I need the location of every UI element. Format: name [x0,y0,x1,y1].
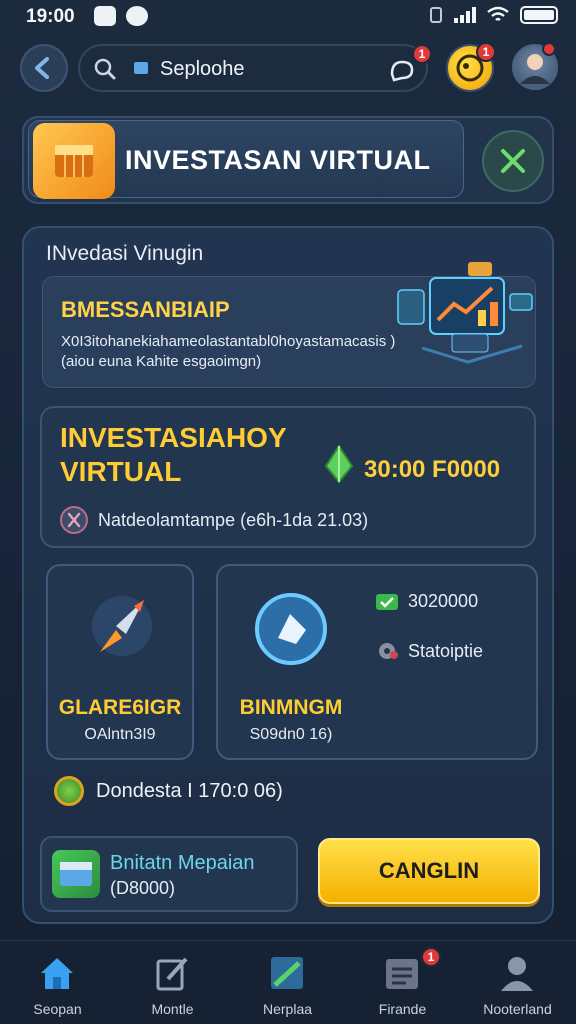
document-icon [134,62,148,74]
rocket-icon [92,596,152,656]
record-icon [126,6,148,26]
wallet-value: (D8000) [110,878,176,898]
close-icon [501,149,525,173]
nav-label-profile: Nooterland [483,1001,552,1017]
nav-label-home: Seopan [33,1001,82,1017]
investment-illustration [397,262,533,364]
home-icon [41,958,73,989]
shield-tile-label: BINMNGM [239,696,343,719]
search-icon [94,58,116,80]
signal-icon [454,7,476,23]
edit-icon [156,957,188,991]
shield-icon [255,593,327,665]
box-icon [33,123,115,199]
shield-tile[interactable]: BINMNGM S09dn0 16) 3020000 Statoiptie [216,564,538,760]
gear-icon [379,643,398,659]
nav-item-tasks[interactable]: Nerplaa [230,941,345,1024]
investment-title-line-2: VIRTUAL [60,456,182,487]
stats-box: 3020000 Statoiptie [364,564,540,688]
vibrate-icon [430,7,442,23]
banner-inner: INVESTASAN VIRTUAL [28,120,464,199]
nav-item-home[interactable]: Seopan [0,941,115,1024]
back-button[interactable] [20,44,68,92]
gem-icon [324,444,354,484]
description-heading: BMESSANBIAIP [61,297,230,322]
rocket-tile-label: GLARE6IGR [58,696,182,719]
nav-label-edit: Montle [151,1001,194,1017]
user-icon [501,957,533,991]
nav-label-tasks: Nerplaa [262,1001,313,1017]
rocket-tile-sub: OAlntn3I9 [84,726,156,743]
tasks-icon [271,957,303,989]
nav-label-finance: Firande [378,1001,427,1017]
panel-title: INvedasi Vinugin [46,242,204,265]
bottom-nav: Seopan Montle Nerplaa 1 Firande Nooterla… [0,940,576,1024]
wallet-card[interactable]: Bnitatn Mepaian (D8000) [40,836,298,912]
status-bar: 19:00 [0,0,576,34]
hourglass-icon [60,506,88,534]
reward-text: Dondesta I 170:0 06) [96,780,283,802]
description-line-2: (aiou euna Kahite esgaoimgn) [61,353,262,370]
nav-item-finance[interactable]: 1 Firande [345,941,460,1024]
stat-value-2: Statoiptie [408,640,484,661]
wallet-title: Bnitatn Mepaian [110,852,255,874]
wifi-icon [487,6,509,21]
investment-meta: Natdeolamtampe (e6h-1da 21.03) [98,510,369,530]
avatar-badge [542,42,556,56]
stat-row-2: Statoiptie [374,640,483,662]
investment-card[interactable]: INVESTASIAHOY VIRTUAL 30:00 F0000 Natdeo… [40,406,536,548]
main-panel: INvedasi Vinugin BMESSANBIAIP X0I3itohan… [22,226,554,924]
banner-title: INVESTASAN VIRTUAL [125,145,431,175]
status-time: 19:00 [26,6,75,27]
wallet-icon [52,850,100,898]
investment-title-line-1: INVESTASIAHOY [60,422,287,453]
primary-action-button[interactable]: CANGLIN [318,838,540,904]
back-arrow-icon [35,57,49,79]
chat-icon[interactable] [388,56,416,84]
shield-tile-sub: S09dn0 16) [249,726,333,743]
coin-badge: 1 [476,42,496,62]
chat-badge: 1 [412,44,432,64]
title-banner: INVESTASAN VIRTUAL [22,116,554,204]
investment-amount: 30:00 F0000 [364,456,501,483]
nav-finance-badge: 1 [421,947,441,967]
nav-item-edit[interactable]: Montle [115,941,230,1024]
rocket-tile[interactable]: GLARE6IGR OAlntn3I9 [46,564,194,760]
notification-icon [94,6,116,26]
search-bar[interactable]: Seploohe 1 [78,44,432,92]
stat-value-1: 3020000 [408,590,479,611]
close-button[interactable] [482,130,544,192]
list-icon [386,959,418,989]
search-input[interactable]: Seploohe [160,58,245,81]
battery-icon [520,6,558,24]
check-icon [376,594,398,610]
status-icons [428,6,558,24]
reward-coin-icon [54,776,84,806]
stat-row-1: 3020000 [374,590,478,612]
nav-item-profile[interactable]: Nooterland [460,941,575,1024]
